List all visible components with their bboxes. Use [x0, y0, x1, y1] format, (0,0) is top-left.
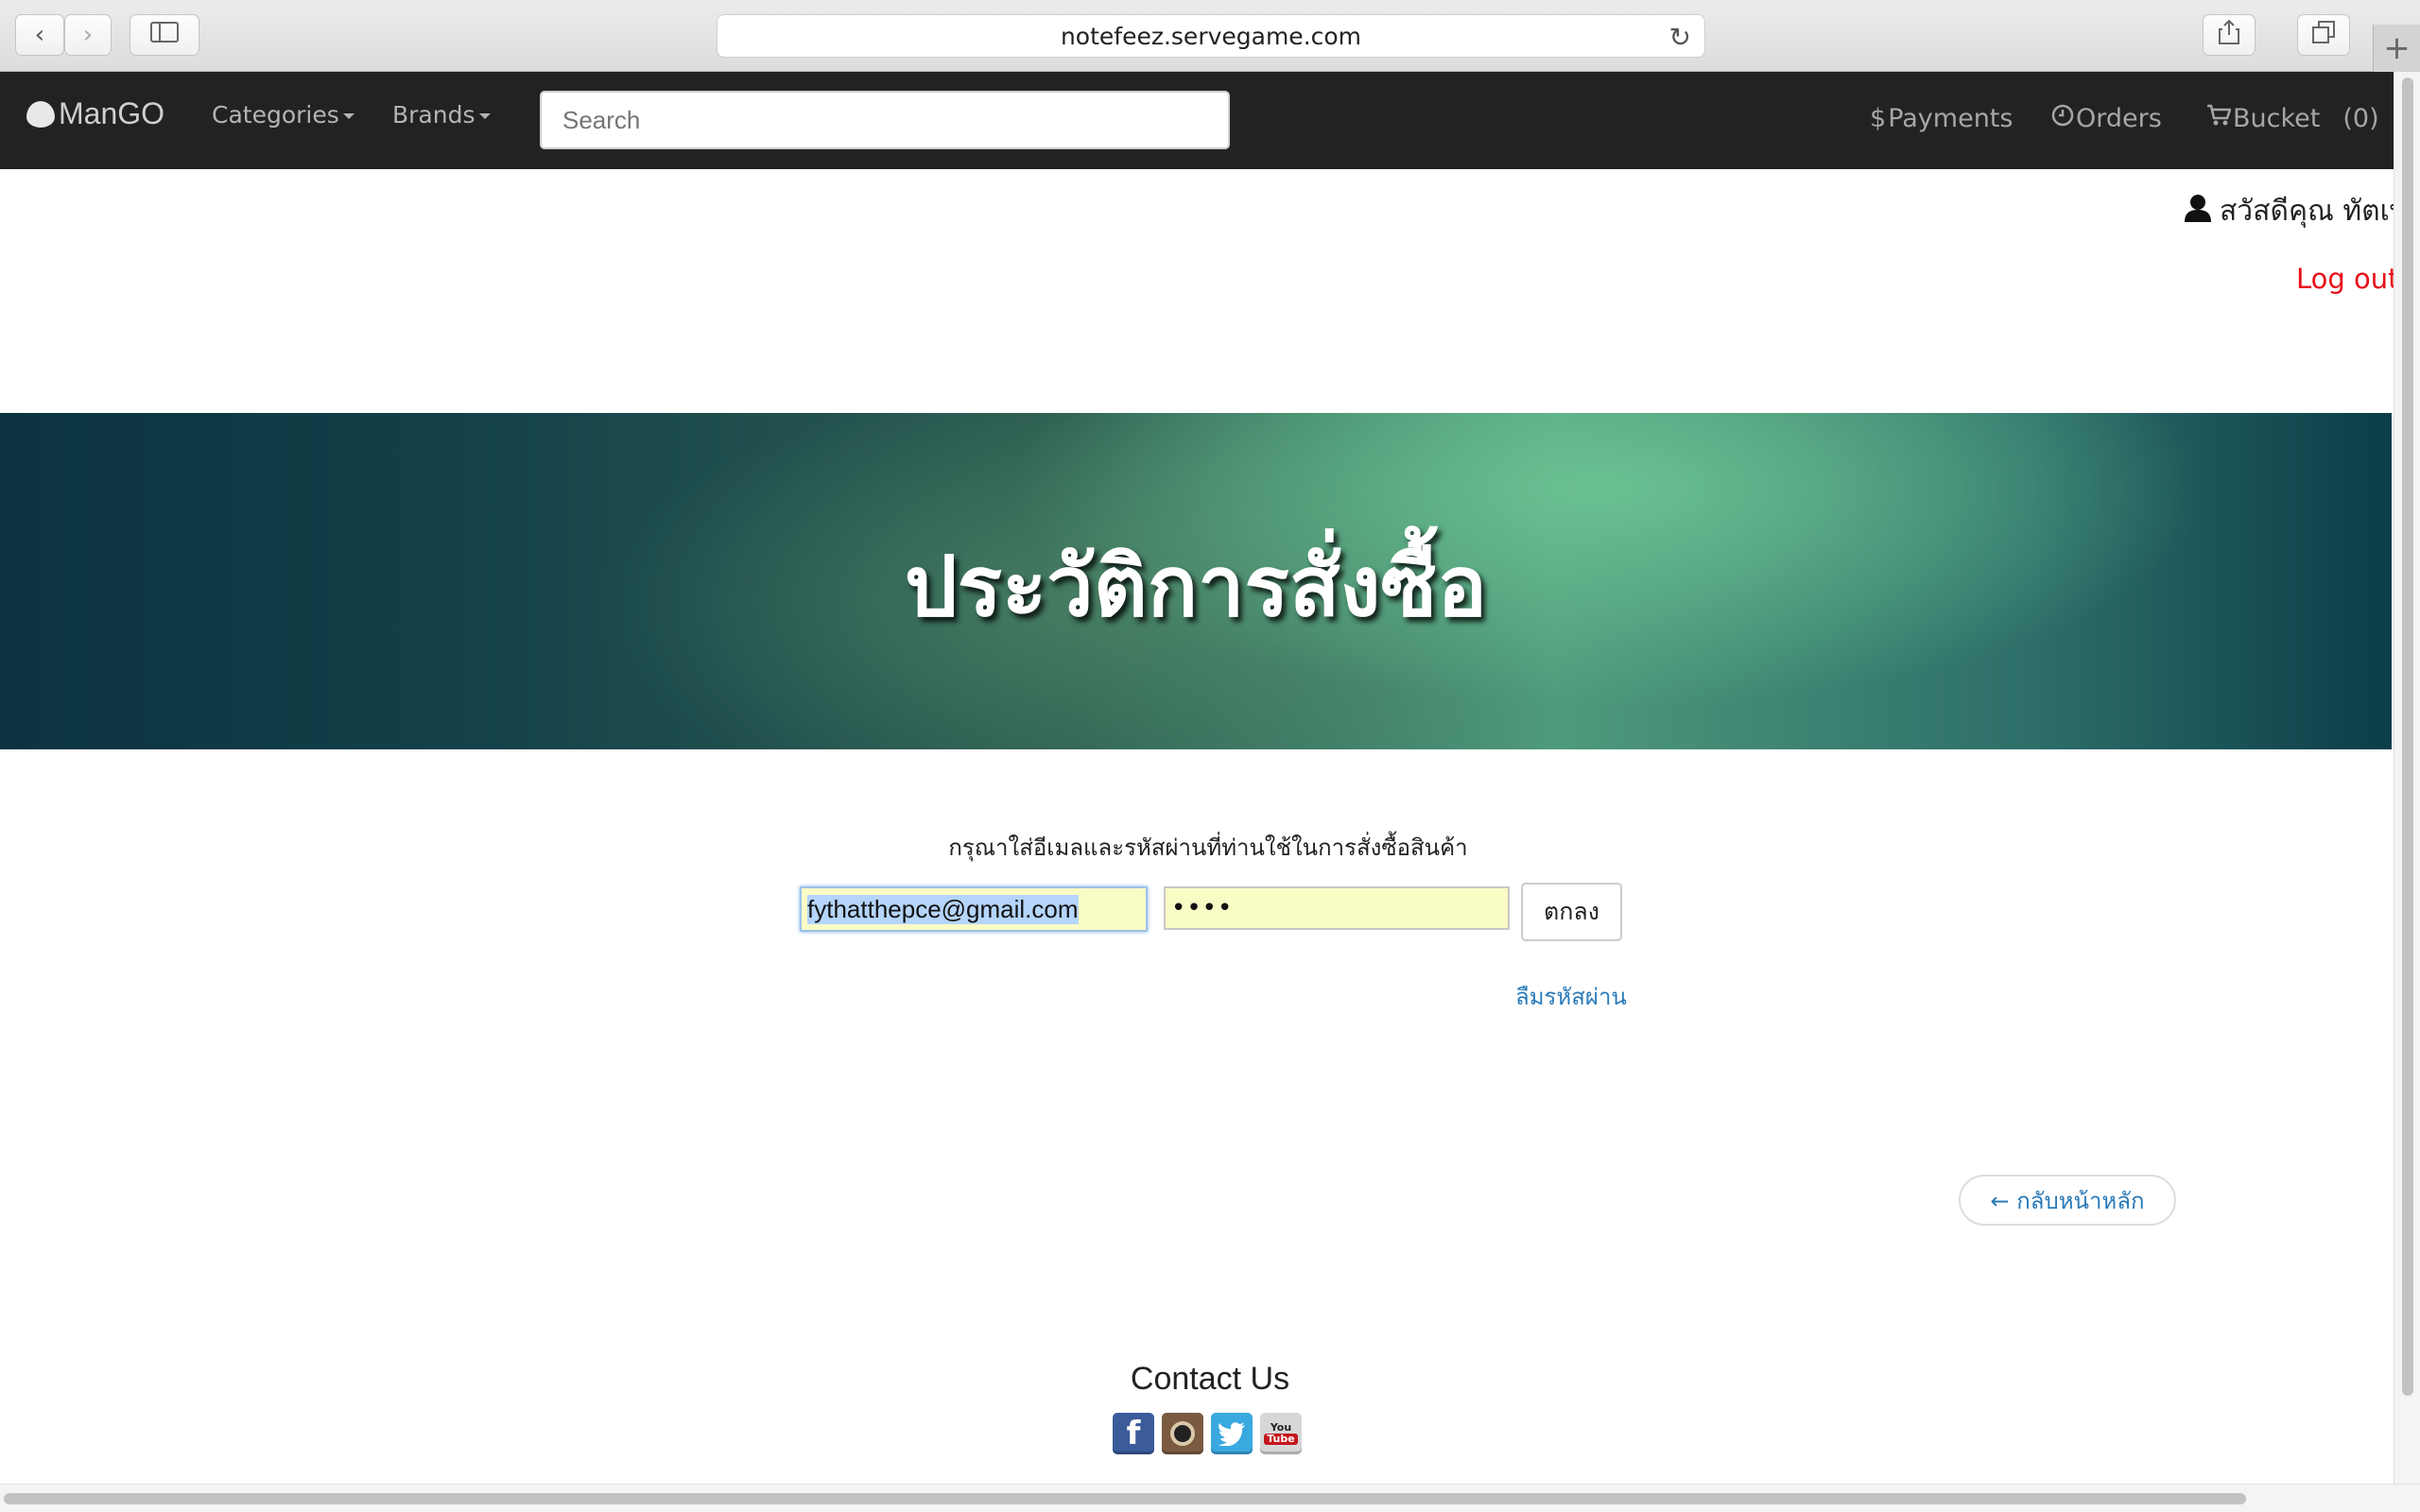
- chevron-left-icon: ‹: [34, 21, 45, 49]
- vertical-scroll-thumb[interactable]: [2402, 77, 2413, 1396]
- url-text: notefeez.servegame.com: [1060, 22, 1362, 50]
- password-field[interactable]: ••••: [1164, 886, 1510, 930]
- caret-down-icon: [478, 113, 491, 119]
- tabs-icon: [2312, 20, 2335, 50]
- share-icon: [2219, 19, 2239, 51]
- login-prompt: กรุณาใส่อีเมลและรหัสผ่านที่ท่านใช้ในการส…: [0, 829, 2420, 866]
- sidebar-icon: [150, 21, 179, 49]
- nav-orders[interactable]: Orders: [2051, 104, 2162, 133]
- tabs-button[interactable]: [2297, 14, 2350, 56]
- email-field[interactable]: fythatthepce@gmail.com: [800, 886, 1148, 932]
- submit-button[interactable]: ตกลง: [1521, 883, 1622, 941]
- youtube-icon[interactable]: You Tube: [1260, 1413, 1302, 1454]
- new-tab-button[interactable]: +: [2373, 25, 2420, 72]
- nav-bucket[interactable]: Bucket (0): [2206, 104, 2379, 133]
- share-button[interactable]: [2203, 14, 2256, 56]
- email-value: fythatthepce@gmail.com: [807, 894, 1079, 924]
- payments-label: Payments: [1888, 104, 2014, 133]
- forward-button[interactable]: ›: [64, 14, 112, 56]
- login-prompt-text: กรุณาใส่อีเมลและรหัสผ่านที่ท่านใช้ในการส…: [948, 834, 1468, 861]
- bucket-count: (0): [2342, 104, 2379, 133]
- youtube-text-bottom: Tube: [1264, 1434, 1298, 1445]
- brands-dropdown[interactable]: Brands: [392, 101, 491, 129]
- page-title: ประวัติการสั่งซื้อ: [904, 538, 1488, 635]
- page-banner: ประวัติการสั่งซื้อ: [0, 413, 2392, 749]
- orders-label: Orders: [2076, 104, 2162, 133]
- mango-logo-icon: [26, 100, 55, 128]
- twitter-icon[interactable]: [1211, 1413, 1253, 1454]
- reload-icon[interactable]: ↻: [1669, 22, 1691, 53]
- greeting-text: สวัสดีคุณ ทัตเพ: [2220, 195, 2409, 228]
- contact-heading: Contact Us: [1130, 1361, 1290, 1397]
- site-navbar: ManGO Categories Brands $Payments Orders…: [0, 72, 2394, 169]
- brand-link[interactable]: ManGO: [26, 96, 164, 131]
- vertical-scrollbar[interactable]: [2394, 72, 2420, 1489]
- categories-dropdown[interactable]: Categories: [212, 101, 354, 129]
- plus-icon: +: [2383, 29, 2411, 67]
- dollar-icon: $: [1870, 104, 1887, 133]
- brands-label: Brands: [392, 101, 475, 129]
- password-value: ••••: [1171, 894, 1234, 922]
- user-icon: [2184, 194, 2212, 230]
- address-bar[interactable]: notefeez.servegame.com ↻: [717, 14, 1705, 58]
- clock-icon: [2051, 104, 2074, 133]
- browser-toolbar: ‹ › notefeez.servegame.com ↻ +: [0, 0, 2420, 72]
- back-button[interactable]: ‹: [15, 14, 64, 56]
- horizontal-scroll-thumb[interactable]: [4, 1493, 2246, 1504]
- user-greeting: สวัสดีคุณ ทัตเพ: [2184, 189, 2409, 233]
- search-input[interactable]: [540, 91, 1230, 149]
- back-home-button[interactable]: ← กลับหน้าหลัก: [1959, 1175, 2176, 1226]
- instagram-icon[interactable]: [1162, 1413, 1203, 1454]
- brand-name: ManGO: [59, 96, 165, 130]
- nav-payments[interactable]: $ Payments: [1870, 104, 2013, 133]
- sidebar-button[interactable]: [130, 14, 199, 56]
- caret-down-icon: [342, 113, 354, 119]
- social-links: f You Tube: [1113, 1413, 1302, 1454]
- cart-icon: [2206, 104, 2232, 133]
- horizontal-scrollbar[interactable]: [0, 1484, 2420, 1512]
- bucket-label: Bucket: [2233, 104, 2321, 133]
- categories-label: Categories: [212, 101, 339, 129]
- logout-link[interactable]: Log out: [2296, 263, 2399, 295]
- chevron-right-icon: ›: [82, 21, 94, 49]
- forgot-password-link[interactable]: ลืมรหัสผ่าน: [1515, 978, 1627, 1015]
- facebook-icon[interactable]: f: [1113, 1413, 1154, 1454]
